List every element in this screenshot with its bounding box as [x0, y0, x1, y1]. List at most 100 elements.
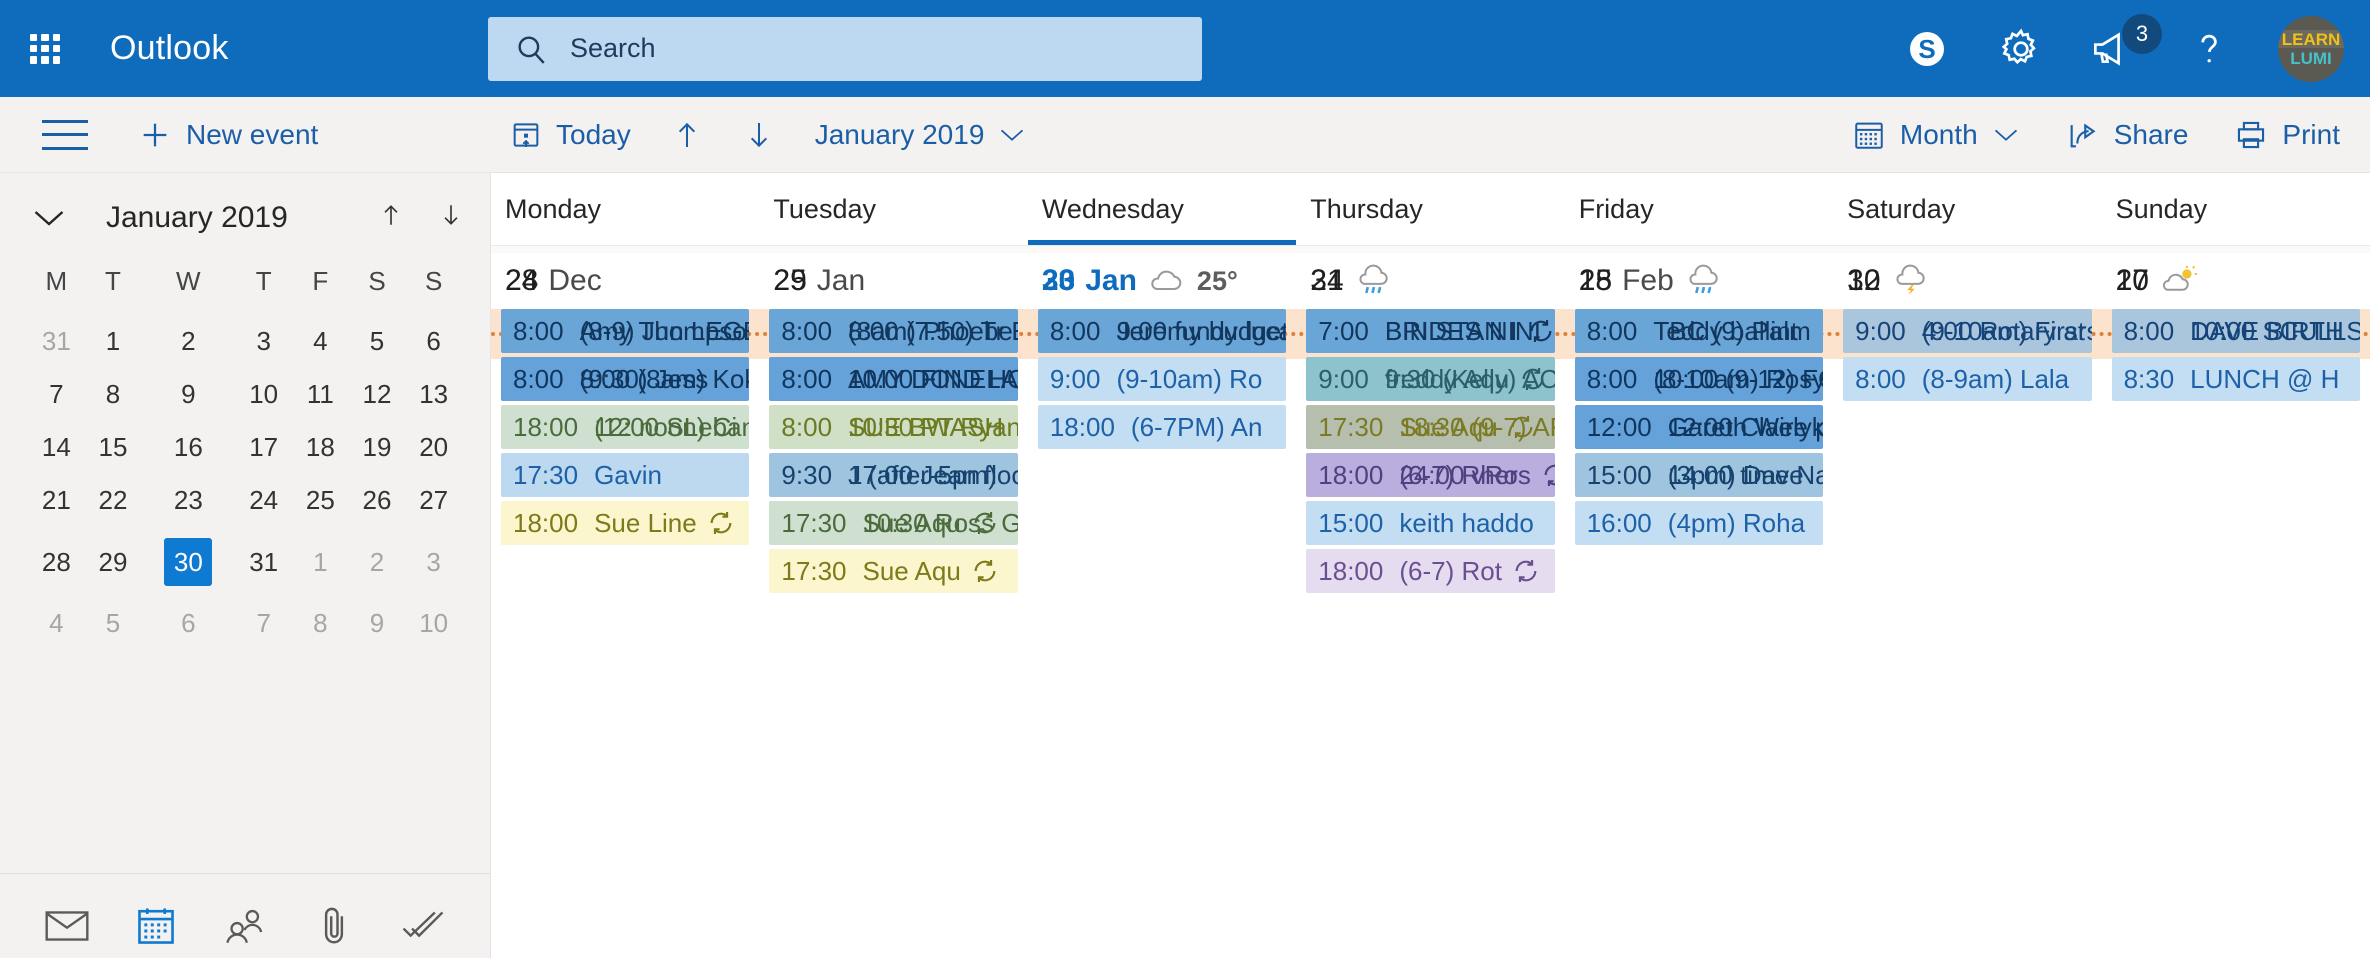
minicalendar-day[interactable]: 6	[405, 315, 462, 368]
weekday-header-friday[interactable]: Friday	[1565, 173, 1833, 245]
minicalendar-day[interactable]: 4	[28, 597, 85, 650]
app-launcher-icon[interactable]	[22, 26, 68, 72]
announcements-icon[interactable]: 3	[2090, 13, 2162, 74]
calendar-event[interactable]: 16:00 (4pm) Roha	[1574, 501, 1824, 545]
share-button[interactable]: Share	[2066, 118, 2188, 152]
calendar-event[interactable]: 8:00 DAVE BIRTH10:00 SCULLS TE	[2111, 309, 2360, 353]
minicalendar-day[interactable]: 9	[141, 368, 235, 421]
minicalendar-day[interactable]: 23	[141, 474, 235, 527]
minicalendar-day[interactable]: 11	[292, 368, 349, 421]
calendar-event[interactable]: 8:00 (8-9) Jun LEGENDAmy Thompson SAVE	[501, 309, 750, 353]
skype-icon[interactable]: S	[1902, 24, 1952, 74]
calendar-event[interactable]: 8:00 SUE BWASH10:30 PT RyanJob	[769, 405, 1018, 449]
calendar-event[interactable]: 8:00 AMY DONELAN10:00 FIND HOME W	[769, 357, 1018, 401]
minicalendar-day[interactable]: 2	[349, 527, 406, 597]
view-picker[interactable]: Month	[1852, 118, 2020, 152]
minicalendar-day[interactable]: 4	[292, 315, 349, 368]
minicalendar-day[interactable]: 29	[85, 527, 142, 597]
date-header-cell[interactable]: 30 23 Jan 25°	[1028, 253, 1296, 309]
weekday-header-sunday[interactable]: Sunday	[2102, 173, 2370, 245]
date-header-cell[interactable]: 27 10	[2102, 253, 2370, 309]
minicalendar-day[interactable]: 31	[28, 315, 85, 368]
date-header-cell[interactable]: 30 12	[1833, 253, 2101, 309]
calendar-event[interactable]: 8:30 LUNCH @ H	[2111, 357, 2360, 401]
date-header-cell[interactable]: 31 24	[1296, 253, 1564, 309]
minicalendar-day[interactable]: 15	[85, 421, 142, 474]
minicalendar-day[interactable]: 30	[141, 527, 235, 597]
weekday-header-monday[interactable]: Monday	[491, 173, 759, 245]
calendar-event[interactable]: 8:00 Jeremy budget9:00 fundy lucas	[1037, 309, 1287, 353]
minicalendar-day[interactable]: 12	[349, 368, 406, 421]
calendar-event[interactable]: 9:00 (9-10am) First 4:00 Rotary arst	[1843, 309, 2092, 353]
calendar-event[interactable]: 7:00 BIN STAN I BRIDES NINI	[1306, 309, 1555, 353]
calendar-event[interactable]: 12:00 Gareth Welyk12:00 Claire pA	[1574, 405, 1824, 449]
calendar-event[interactable]: 18:00 (12 noon) Ci 12:00 SLeban	[501, 405, 750, 449]
next-period-button[interactable]	[743, 118, 775, 152]
calendar-event[interactable]: 8:00 (8-10am) Rosy10:00 (9-12) FGT	[1574, 357, 1824, 401]
hamburger-menu-icon[interactable]	[42, 119, 88, 150]
minicalendar-day[interactable]: 10	[405, 597, 462, 650]
avatar[interactable]: LEARN LUMI	[2278, 15, 2344, 82]
calendar-event[interactable]: 17:30 Sue Aqu10:30 Ross Gug	[769, 501, 1018, 545]
calendar-event[interactable]: 8:00 Teddy ballint TBC (9) Palm	[1574, 309, 1824, 353]
collapse-chevron-icon[interactable]	[26, 207, 72, 229]
today-button[interactable]: Today	[510, 119, 631, 151]
people-icon[interactable]	[217, 898, 273, 954]
minicalendar-day[interactable]: 1	[292, 527, 349, 597]
minicalendar-day[interactable]: 13	[405, 368, 462, 421]
minicalendar-day[interactable]: 16	[141, 421, 235, 474]
minicalendar-day[interactable]: 1	[85, 315, 142, 368]
minicalendar-day[interactable]: 10	[235, 368, 292, 421]
calendar-event[interactable]: 15:00 (3pm) Dave14:00 time Nav	[1574, 453, 1824, 497]
mail-icon[interactable]	[39, 898, 95, 954]
minicalendar-day[interactable]: 7	[28, 368, 85, 421]
minicalendar-day[interactable]: 8	[85, 368, 142, 421]
calendar-event[interactable]: 9:00 (9-10am) Ro	[1037, 357, 1287, 401]
calendar-event[interactable]: 15:00 keith haddo	[1306, 501, 1555, 545]
weekday-header-tuesday[interactable]: Tuesday	[759, 173, 1027, 245]
weekday-header-saturday[interactable]: Saturday	[1833, 173, 2101, 245]
minicalendar-day[interactable]: 28	[28, 527, 85, 597]
search-box[interactable]: Search	[488, 16, 1202, 81]
minicalendar-prev-button[interactable]	[378, 199, 404, 236]
minicalendar-day[interactable]: 26	[349, 474, 406, 527]
tasks-icon[interactable]	[395, 898, 451, 954]
period-picker[interactable]: January 2019	[815, 119, 1027, 151]
date-header-cell[interactable]: 28 24 Dec	[491, 253, 759, 309]
minicalendar-day[interactable]: 31	[235, 527, 292, 597]
calendar-event[interactable]: 18:00 (6-7PM) An	[1037, 405, 1287, 449]
minicalendar-day[interactable]: 22	[85, 474, 142, 527]
weekday-header-wednesday[interactable]: Wednesday	[1027, 173, 1297, 245]
minicalendar-day[interactable]: 17	[235, 421, 292, 474]
calendar-event[interactable]: 17:30 Sue Aqu	[769, 549, 1018, 593]
minicalendar-day[interactable]: 7	[235, 597, 292, 650]
print-button[interactable]: Print	[2234, 118, 2340, 152]
date-header-cell[interactable]: 25 18 Feb	[1565, 253, 1833, 309]
previous-period-button[interactable]	[671, 118, 703, 152]
minicalendar-day[interactable]: 3	[235, 315, 292, 368]
calendar-icon[interactable]	[128, 898, 184, 954]
minicalendar-day[interactable]: 25	[292, 474, 349, 527]
files-icon[interactable]	[306, 898, 362, 954]
new-event-button[interactable]: New event	[138, 118, 318, 152]
minicalendar-day[interactable]: 19	[349, 421, 406, 474]
calendar-event[interactable]: 17:30 Sue Aqu18:30 (9-7) AR2	[1306, 405, 1555, 449]
minicalendar-day[interactable]: 9	[349, 597, 406, 650]
search-input[interactable]: Search	[570, 33, 656, 64]
minicalendar-day[interactable]: 14	[28, 421, 85, 474]
minicalendar-day[interactable]: 21	[28, 474, 85, 527]
minicalendar-day[interactable]: 5	[85, 597, 142, 650]
calendar-event[interactable]: 8:00 (9:30) Jess8:00 (8am) Koka	[501, 357, 750, 401]
weekday-header-thursday[interactable]: Thursday	[1296, 173, 1564, 245]
calendar-event[interactable]: 8:00 (8-9am) Lala	[1843, 357, 2092, 401]
minicalendar[interactable]: M T W T F S S 31 1 2 3 4 5 6 7 8 9 10 11 12 13 14 15 16 17 18 19 20…	[0, 236, 490, 650]
minicalendar-day[interactable]: 24	[235, 474, 292, 527]
help-icon[interactable]	[2184, 24, 2234, 74]
minicalendar-day[interactable]: 2	[141, 315, 235, 368]
minicalendar-day[interactable]: 6	[141, 597, 235, 650]
date-header-cell[interactable]: 29 25 Jan	[759, 253, 1027, 309]
minicalendar-day[interactable]: 20	[405, 421, 462, 474]
calendar-event[interactable]: 18:00 (6-7) Rot	[1306, 549, 1555, 593]
calendar-event[interactable]: 9:00 freddy Aqu 9:30 (Kelly) AC	[1306, 357, 1555, 401]
minicalendar-day[interactable]: 18	[292, 421, 349, 474]
